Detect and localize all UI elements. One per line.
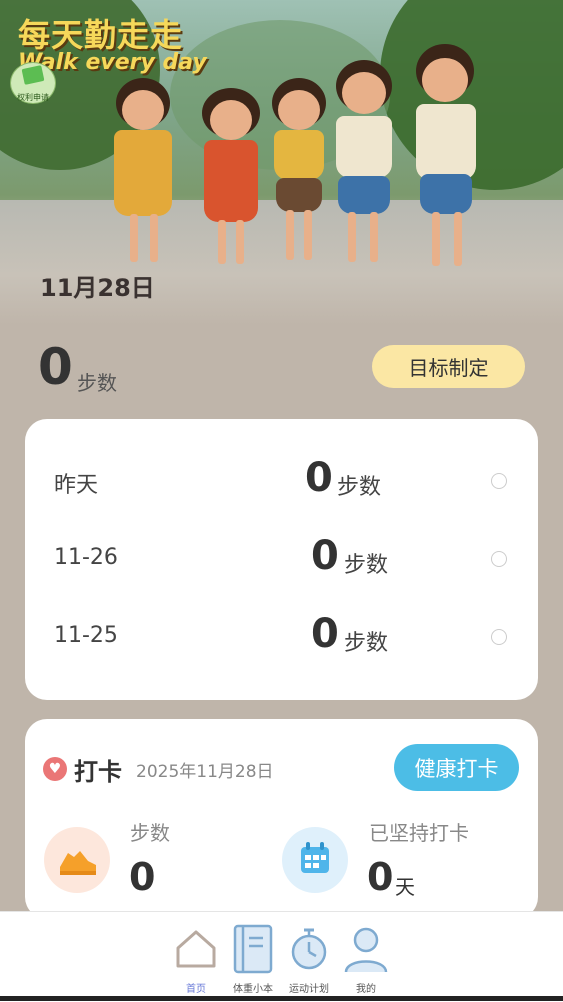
streak-stat-label: 已坚持打卡 (369, 821, 469, 845)
checkin-date: 2025年11月28日 (136, 762, 274, 782)
child-figure (108, 78, 178, 268)
radio-icon[interactable] (491, 629, 507, 645)
stopwatch-icon (291, 928, 327, 970)
history-unit: 步数 (344, 631, 389, 656)
radio-icon[interactable] (491, 473, 507, 489)
health-checkin-button[interactable]: 健康打卡 (394, 744, 519, 791)
notebook-icon (233, 924, 273, 974)
today-steps-value: 0 (38, 338, 73, 396)
history-date: 11-26 (54, 545, 118, 570)
history-unit: 步数 (344, 553, 389, 578)
today-steps-unit: 步数 (77, 371, 117, 395)
nav-label: 运动计划 (289, 984, 329, 995)
history-steps: 0 (305, 455, 333, 501)
hero-banner: 每天勤走走 Walk every day 权利申请 11月28日 (0, 0, 563, 325)
child-figure (196, 88, 266, 268)
history-row[interactable]: 昨天 0 步数 (25, 451, 538, 511)
history-row[interactable]: 11-25 0 步数 (25, 607, 538, 667)
steps-stat-value: 0 (129, 855, 156, 899)
set-goal-button[interactable]: 目标制定 (372, 345, 525, 388)
system-gesture-bar (0, 996, 563, 1001)
child-figure (412, 44, 480, 274)
history-steps: 0 (311, 611, 339, 657)
nav-exercise-plan[interactable]: 运动计划 (281, 920, 337, 996)
nav-label: 我的 (356, 984, 376, 995)
nav-label: 体重小本 (233, 984, 273, 995)
history-date: 11-25 (54, 623, 118, 648)
history-unit: 步数 (337, 475, 382, 500)
checkin-title: 打卡 (74, 758, 122, 786)
streak-stat-unit: 天 (395, 875, 415, 899)
nav-weight-notebook[interactable]: 体重小本 (225, 920, 281, 996)
history-steps: 0 (311, 533, 339, 579)
sneaker-icon (44, 827, 110, 893)
current-date: 11月28日 (40, 274, 155, 302)
steps-stat-label: 步数 (130, 821, 170, 845)
step-history-card: 昨天 0 步数 11-26 0 步数 11-25 0 步数 (25, 419, 538, 700)
history-date: 昨天 (54, 473, 99, 498)
nav-label: 首页 (186, 984, 206, 995)
badge-label: 权利申请 (17, 93, 49, 102)
nav-profile[interactable]: 我的 (338, 920, 394, 996)
child-figure (268, 78, 330, 268)
streak-stat-value: 0 (367, 855, 394, 899)
history-row[interactable]: 11-26 0 步数 (25, 529, 538, 589)
child-figure (332, 60, 396, 270)
book-icon (21, 65, 45, 85)
permission-badge[interactable]: 权利申请 (10, 62, 56, 104)
home-icon (176, 930, 216, 968)
calendar-icon (282, 827, 348, 893)
nav-home[interactable]: 首页 (168, 920, 224, 996)
bottom-navigation: 首页 体重小本 运动计划 我的 (0, 911, 563, 1002)
person-icon (344, 927, 388, 973)
checkin-card: ♥ 打卡 2025年11月28日 健康打卡 步数 0 已坚持打卡 0 天 (25, 719, 538, 919)
heart-icon: ♥ (43, 757, 67, 781)
radio-icon[interactable] (491, 551, 507, 567)
